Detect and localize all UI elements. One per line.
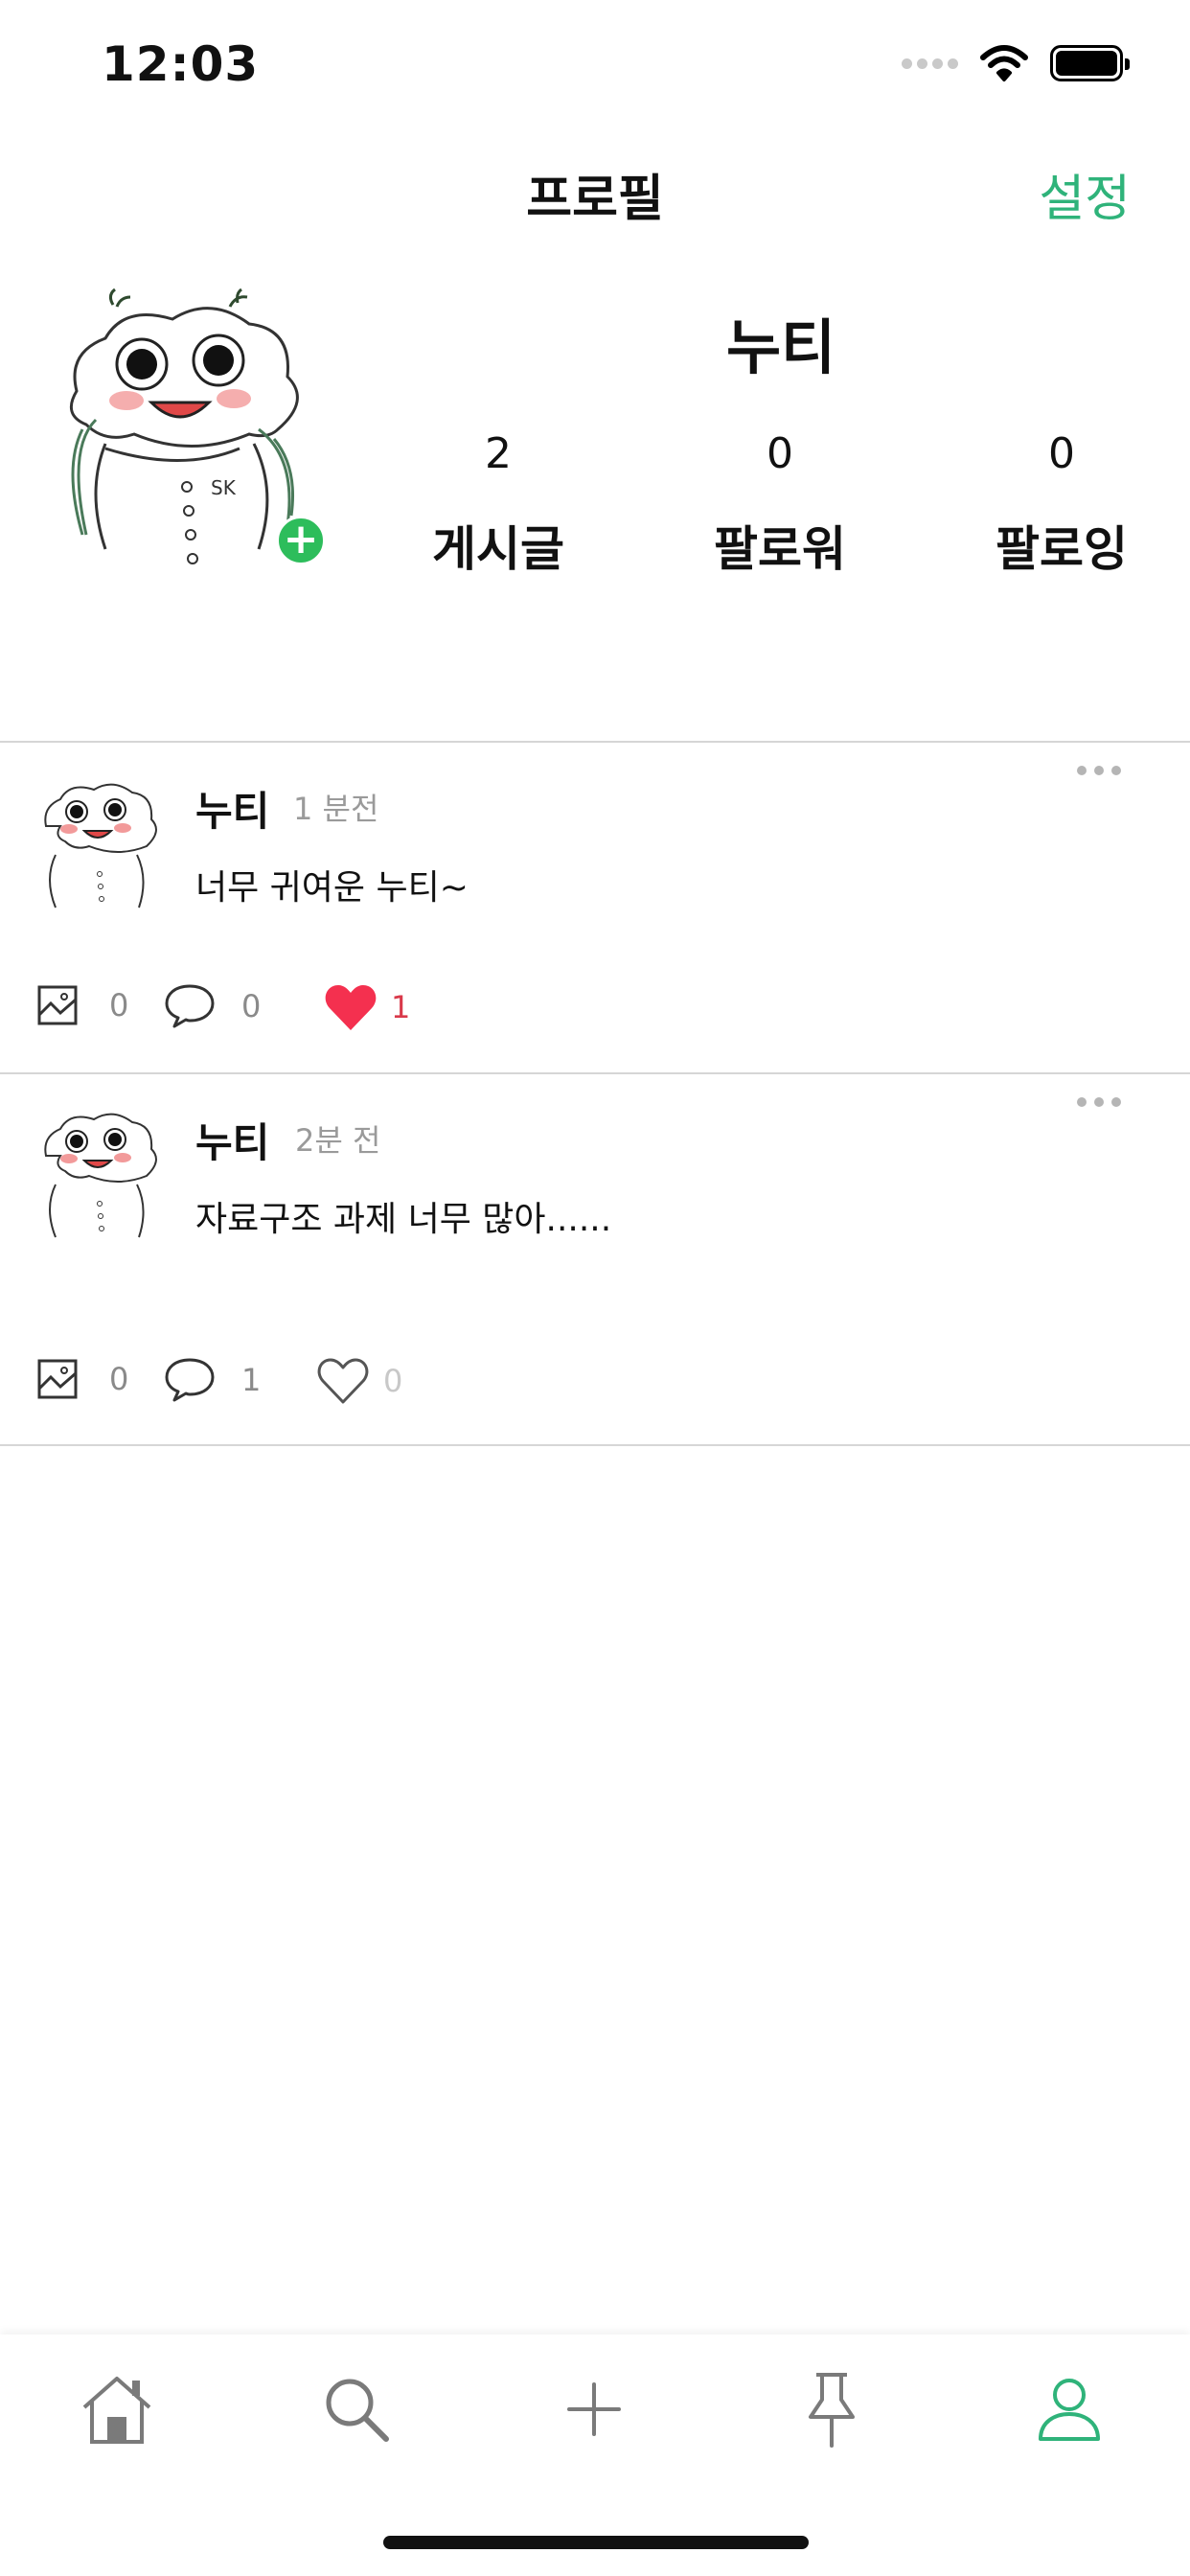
comment-count: 1 bbox=[241, 1362, 262, 1398]
search-icon bbox=[326, 2379, 389, 2442]
post-author: 누티 bbox=[195, 1119, 270, 1166]
svg-text:SK: SK bbox=[211, 476, 237, 499]
comment-button[interactable]: 0 bbox=[163, 982, 261, 1030]
like-count: 0 bbox=[383, 1363, 403, 1399]
heart-filled-icon bbox=[325, 985, 377, 1030]
comment-button[interactable]: 1 bbox=[163, 1356, 261, 1404]
comment-count: 0 bbox=[241, 988, 262, 1024]
add-photo-button[interactable]: + bbox=[276, 516, 326, 565]
settings-button[interactable]: 설정 bbox=[1039, 158, 1131, 230]
post-item[interactable]: 누티 2분 전 자료구조 과제 너무 많아...... 0 1 0 bbox=[0, 1074, 1190, 1444]
comment-icon bbox=[165, 1358, 215, 1402]
tab-search[interactable] bbox=[309, 2361, 404, 2457]
tab-pinned[interactable] bbox=[784, 2361, 880, 2457]
post-item[interactable]: 누티 1 분전 너무 귀여운 누티~ 0 0 1 bbox=[0, 743, 1190, 1073]
home-indicator[interactable] bbox=[383, 2536, 809, 2549]
stat-posts-label: 게시글 bbox=[432, 521, 564, 577]
more-options-icon[interactable] bbox=[1077, 1097, 1121, 1107]
post-time: 1 분전 bbox=[293, 791, 379, 827]
stat-following-count: 0 bbox=[1048, 429, 1075, 478]
post-text: 너무 귀여운 누티~ bbox=[195, 868, 469, 908]
profile-name: 누티 bbox=[725, 312, 836, 382]
like-button[interactable]: 0 bbox=[316, 1356, 402, 1406]
pin-icon bbox=[809, 2373, 855, 2448]
status-time: 12:03 bbox=[102, 36, 260, 92]
post-author: 누티 bbox=[195, 788, 270, 835]
signal-icon bbox=[902, 58, 958, 69]
image-icon bbox=[37, 1359, 78, 1399]
home-icon bbox=[82, 2377, 151, 2444]
tab-profile[interactable] bbox=[1021, 2361, 1117, 2457]
divider bbox=[0, 1444, 1190, 1446]
like-button[interactable]: 1 bbox=[324, 982, 410, 1032]
heart-outline-icon bbox=[317, 1358, 369, 1404]
image-count: 0 bbox=[36, 1358, 128, 1400]
stat-followers[interactable]: 0 팔로워 bbox=[665, 429, 895, 580]
tab-new-post[interactable] bbox=[546, 2361, 642, 2457]
post-text: 자료구조 과제 너무 많아...... bbox=[195, 1200, 612, 1239]
stat-posts[interactable]: 2 게시글 bbox=[383, 429, 613, 580]
more-options-icon[interactable] bbox=[1077, 766, 1121, 775]
stat-following[interactable]: 0 팔로잉 bbox=[947, 429, 1177, 580]
page-title: 프로필 bbox=[526, 171, 664, 228]
battery-icon bbox=[1050, 45, 1130, 81]
wifi-icon bbox=[980, 45, 1028, 81]
image-count-value: 0 bbox=[109, 1361, 129, 1397]
post-avatar bbox=[44, 1113, 157, 1238]
stat-following-label: 팔로잉 bbox=[995, 521, 1128, 577]
like-count: 1 bbox=[391, 989, 411, 1025]
status-icons bbox=[902, 44, 1130, 82]
stat-followers-count: 0 bbox=[767, 429, 793, 478]
comment-icon bbox=[165, 984, 215, 1028]
tab-home[interactable] bbox=[69, 2361, 165, 2457]
post-time: 2분 전 bbox=[295, 1122, 381, 1159]
post-avatar bbox=[44, 783, 157, 908]
image-icon bbox=[37, 985, 78, 1025]
image-count-value: 0 bbox=[109, 987, 129, 1024]
stat-posts-count: 2 bbox=[485, 429, 512, 478]
person-icon bbox=[1039, 2379, 1100, 2441]
stat-followers-label: 팔로워 bbox=[714, 521, 846, 577]
plus-icon bbox=[567, 2382, 621, 2436]
image-count: 0 bbox=[36, 984, 128, 1026]
